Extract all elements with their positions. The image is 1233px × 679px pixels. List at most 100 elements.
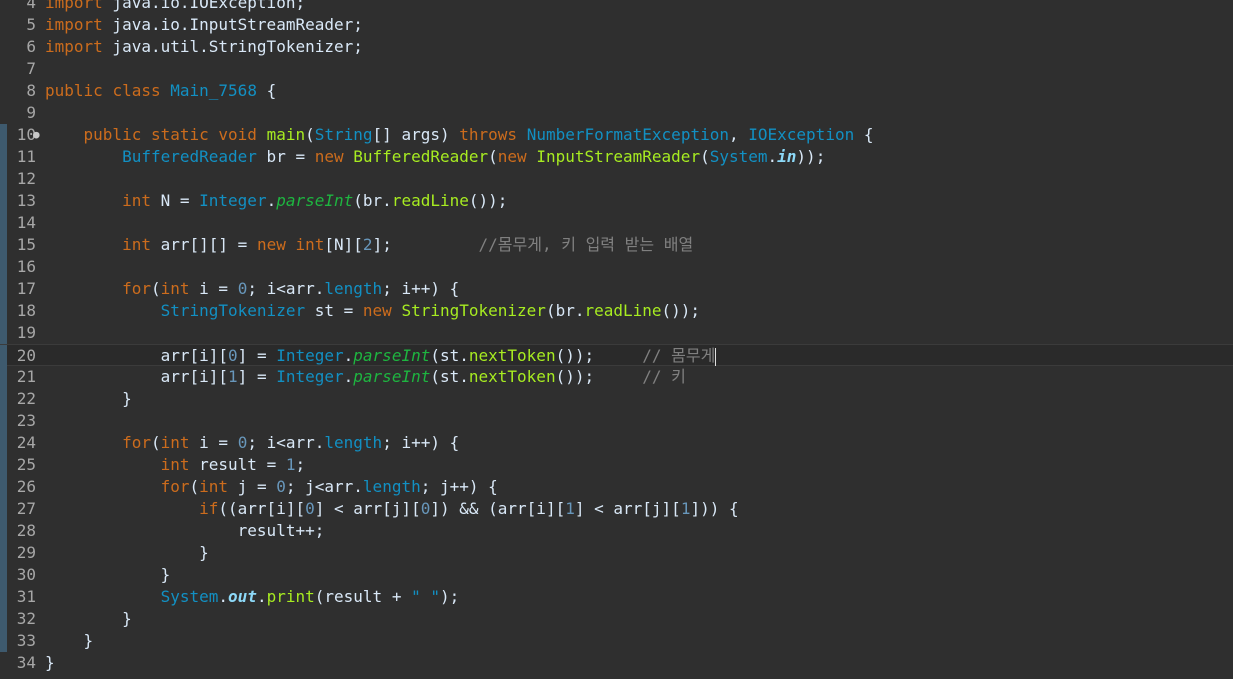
code-text: } [45, 542, 209, 564]
code-text: import java.util.StringTokenizer; [45, 36, 363, 58]
code-token: ( [150, 279, 161, 298]
code-line[interactable]: 28 result++; [0, 520, 1233, 542]
code-line[interactable]: 34} [0, 652, 1233, 674]
code-token: ; i++) { [382, 433, 460, 452]
line-number: 23 [16, 411, 36, 430]
line-number: 20 [16, 346, 36, 365]
code-line[interactable]: 21 arr[i][1] = Integer.parseInt(st.nextT… [0, 366, 1233, 388]
code-text: } [45, 388, 132, 410]
code-token: 1 [565, 499, 575, 518]
code-line[interactable]: 22 } [0, 388, 1233, 410]
code-line[interactable]: 27 if((arr[i][0] < arr[j][0]) && (arr[i]… [0, 498, 1233, 520]
code-token: . [343, 346, 354, 365]
code-token: StringTokenizer [160, 301, 306, 320]
code-token: int [295, 235, 325, 254]
code-token: System [709, 147, 768, 166]
code-line[interactable]: 32 } [0, 608, 1233, 630]
code-line[interactable]: 18 StringTokenizer st = new StringTokeni… [0, 300, 1233, 322]
code-token: . [343, 367, 354, 386]
code-line[interactable]: 4 import java.io.IOException; [0, 0, 1233, 14]
code-line[interactable]: 9 [0, 102, 1233, 124]
fold-toggle-icon[interactable]: ● [33, 124, 40, 146]
code-token: public [83, 125, 142, 144]
code-text: arr[i][1] = Integer.parseInt(st.nextToke… [45, 366, 686, 388]
code-token: N = [150, 191, 200, 210]
code-token: IOException [748, 125, 855, 144]
code-token: 0 [228, 346, 238, 365]
code-token: new [314, 147, 344, 166]
code-line[interactable]: 19 [0, 322, 1233, 344]
code-line[interactable]: 15 int arr[][] = new int[N][2]; //몸무게, 키… [0, 234, 1233, 256]
line-number: 4 [26, 0, 36, 12]
code-token: " " [411, 587, 440, 606]
line-number: 8 [26, 81, 36, 100]
line-number: 30 [16, 565, 36, 584]
code-token: 0 [237, 433, 248, 452]
code-token: print [266, 587, 315, 606]
code-line[interactable]: 33 } [0, 630, 1233, 652]
code-line[interactable]: 23 [0, 410, 1233, 432]
code-token: public [45, 81, 103, 100]
code-line[interactable]: 6 import java.util.StringTokenizer; [0, 36, 1233, 58]
code-text: if((arr[i][0] < arr[j][0]) && (arr[i][1]… [45, 498, 739, 520]
code-line[interactable]: 10 ● public static void main(String[] arg… [0, 124, 1233, 146]
line-number: 11 [16, 147, 36, 166]
code-token: new [362, 301, 392, 320]
code-line[interactable]: 24 for(int i = 0; i<arr.length; i++) { [0, 432, 1233, 454]
code-line[interactable]: 17 for(int i = 0; i<arr.length; i++) { [0, 278, 1233, 300]
code-token: . [218, 587, 229, 606]
code-text: int result = 1; [45, 454, 306, 476]
code-token: length [324, 433, 383, 452]
code-line[interactable]: 11 BufferedReader br = new BufferedReade… [0, 146, 1233, 168]
code-token: main [266, 125, 306, 144]
line-number: 16 [16, 257, 36, 276]
code-token: ]) && (arr[i][ [430, 499, 566, 518]
code-line[interactable]: 13 int N = Integer.parseInt(br.readLine(… [0, 190, 1233, 212]
code-token: Integer [276, 346, 344, 365]
code-line[interactable]: 16 [0, 256, 1233, 278]
code-text: StringTokenizer st = new StringTokenizer… [45, 300, 700, 322]
code-token: [] args) [372, 125, 460, 144]
line-number: 17 [16, 279, 36, 298]
code-line[interactable]: 30 } [0, 564, 1233, 586]
line-number: 31 [16, 587, 36, 606]
code-line[interactable]: 14 [0, 212, 1233, 234]
code-token: nextToken [468, 367, 556, 386]
code-line[interactable]: 5 import java.io.InputStreamReader; [0, 14, 1233, 36]
line-number: 18 [16, 301, 36, 320]
code-text: int arr[][] = new int[N][2]; //몸무게, 키 입력… [45, 234, 693, 256]
code-line[interactable]: 29 } [0, 542, 1233, 564]
code-line[interactable]: 12 [0, 168, 1233, 190]
code-text: public static void main(String[] args) t… [45, 124, 874, 146]
code-token: // 몸무게 [642, 346, 716, 365]
code-token: ( [700, 147, 710, 166]
code-editor[interactable]: 4 import java.io.IOException; 5 import java… [0, 0, 1233, 679]
code-line[interactable]: 31 System.out.print(result + " "); [0, 586, 1233, 608]
code-line[interactable]: 8 public class Main_7568 { [0, 80, 1233, 102]
code-token: ] = [237, 346, 277, 365]
code-text: import java.io.InputStreamReader; [45, 14, 363, 36]
code-line[interactable]: 20 arr[i][0] = Integer.parseInt(st.nextT… [0, 344, 1233, 367]
code-line[interactable]: 7 [0, 58, 1233, 80]
code-token: ( [305, 125, 315, 144]
code-text: for(int i = 0; i<arr.length; i++) { [45, 278, 459, 300]
code-token: if [199, 499, 219, 518]
code-token: import [45, 15, 103, 34]
code-line[interactable]: 25 int result = 1; [0, 454, 1233, 476]
code-token: // 키 [642, 367, 686, 386]
code-line[interactable]: 26 for(int j = 0; j<arr.length; j++) { [0, 476, 1233, 498]
code-text: for(int i = 0; i<arr.length; i++) { [45, 432, 459, 454]
code-token: ]; [372, 235, 479, 254]
code-token: StringTokenizer [401, 301, 546, 320]
code-token: ; j<arr. [285, 477, 363, 496]
line-number: 32 [16, 609, 36, 628]
text-cursor [715, 347, 717, 366]
